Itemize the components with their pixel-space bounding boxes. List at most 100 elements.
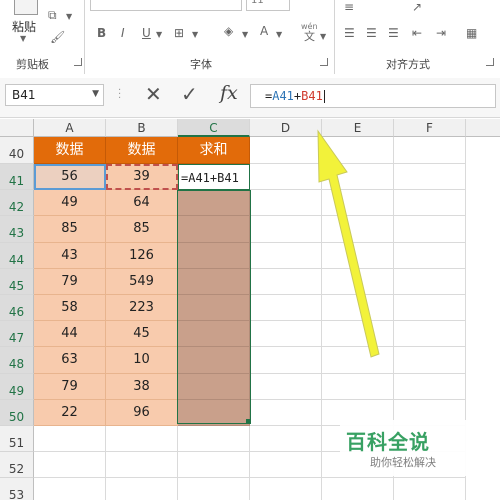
- row-header[interactable]: 40: [0, 137, 34, 164]
- phonetic-icon[interactable]: 文: [304, 30, 315, 44]
- cell-b[interactable]: 96: [106, 399, 178, 426]
- name-box[interactable]: B41 ▼: [5, 84, 104, 106]
- empty-cell[interactable]: [34, 452, 106, 479]
- fill-handle[interactable]: [246, 419, 251, 424]
- merge-icon[interactable]: ▦: [466, 26, 477, 40]
- empty-cell[interactable]: [322, 268, 394, 295]
- font-size-box[interactable]: 11: [246, 0, 290, 11]
- formula-input[interactable]: =A41+B41: [250, 84, 496, 108]
- cell-c[interactable]: [178, 295, 250, 322]
- empty-cell[interactable]: [250, 190, 322, 217]
- empty-cell[interactable]: [250, 295, 322, 322]
- row-header[interactable]: 43: [0, 216, 34, 243]
- clipboard-icon[interactable]: [14, 0, 38, 15]
- empty-cell[interactable]: [394, 268, 466, 295]
- cell-b[interactable]: 549: [106, 268, 178, 295]
- name-box-dropdown-icon[interactable]: ▼: [92, 89, 99, 99]
- empty-cell[interactable]: [394, 190, 466, 217]
- empty-cell[interactable]: [394, 242, 466, 269]
- insert-function-icon[interactable]: fx: [220, 82, 238, 104]
- cell-b[interactable]: 126: [106, 242, 178, 269]
- decrease-indent-icon[interactable]: ⇤: [412, 26, 422, 40]
- empty-cell[interactable]: [394, 478, 466, 500]
- empty-cell[interactable]: [250, 242, 322, 269]
- format-painter-icon[interactable]: 🖌: [50, 30, 65, 44]
- cell-c[interactable]: [178, 321, 250, 348]
- copy-icon[interactable]: ⧉: [48, 8, 57, 22]
- column-header-b[interactable]: B: [106, 119, 178, 137]
- cell-a[interactable]: 56: [34, 164, 106, 191]
- row-header[interactable]: 50: [0, 399, 34, 426]
- empty-cell[interactable]: [250, 452, 322, 479]
- alignment-launcher-icon[interactable]: [486, 58, 494, 66]
- empty-cell[interactable]: [394, 321, 466, 348]
- empty-cell[interactable]: [322, 190, 394, 217]
- cell-b[interactable]: 85: [106, 216, 178, 243]
- row-header[interactable]: 52: [0, 452, 34, 479]
- header-cell-a[interactable]: 数据: [34, 137, 106, 164]
- phonetic-dropdown-icon[interactable]: ▼: [320, 30, 326, 44]
- orientation-icon[interactable]: ↗: [412, 0, 422, 14]
- column-header-e[interactable]: E: [322, 119, 394, 137]
- cell-a[interactable]: 43: [34, 242, 106, 269]
- empty-cell[interactable]: [250, 373, 322, 400]
- empty-cell[interactable]: [322, 321, 394, 348]
- fill-color-icon[interactable]: ◈: [224, 24, 233, 38]
- empty-cell[interactable]: [394, 373, 466, 400]
- column-header-a[interactable]: A: [34, 119, 106, 137]
- cell-a[interactable]: 79: [34, 373, 106, 400]
- empty-cell[interactable]: [34, 426, 106, 453]
- empty-cell[interactable]: [322, 478, 394, 500]
- cell-b[interactable]: 223: [106, 295, 178, 322]
- row-header[interactable]: 45: [0, 268, 34, 295]
- empty-cell[interactable]: [394, 216, 466, 243]
- cell-c[interactable]: [178, 216, 250, 243]
- cell-b[interactable]: 10: [106, 347, 178, 374]
- empty-cell[interactable]: [250, 478, 322, 500]
- empty-cell[interactable]: [106, 452, 178, 479]
- row-header[interactable]: 53: [0, 478, 34, 500]
- empty-cell[interactable]: [250, 347, 322, 374]
- empty-cell[interactable]: [250, 164, 322, 191]
- empty-cell[interactable]: [322, 137, 394, 164]
- cell-b[interactable]: 39: [106, 164, 178, 191]
- column-header-f[interactable]: F: [394, 119, 466, 137]
- empty-cell[interactable]: [322, 373, 394, 400]
- cell-b[interactable]: 64: [106, 190, 178, 217]
- column-header-c[interactable]: C: [178, 119, 250, 137]
- empty-cell[interactable]: [106, 478, 178, 500]
- clipboard-launcher-icon[interactable]: [74, 58, 82, 66]
- empty-cell[interactable]: [34, 478, 106, 500]
- row-header[interactable]: 42: [0, 190, 34, 217]
- row-header[interactable]: 51: [0, 426, 34, 453]
- active-formula-cell[interactable]: =A41+B41: [178, 164, 250, 191]
- copy-dropdown-icon[interactable]: ▼: [66, 10, 72, 24]
- underline-dropdown-icon[interactable]: ▼: [156, 28, 162, 42]
- empty-cell[interactable]: [178, 452, 250, 479]
- empty-cell[interactable]: [250, 321, 322, 348]
- cell-a[interactable]: 49: [34, 190, 106, 217]
- font-color-dropdown-icon[interactable]: ▼: [276, 28, 282, 42]
- header-cell-b[interactable]: 数据: [106, 137, 178, 164]
- cell-a[interactable]: 44: [34, 321, 106, 348]
- header-cell-c[interactable]: 求和: [178, 137, 250, 164]
- wrap-icon[interactable]: ≡: [344, 0, 354, 14]
- enter-icon[interactable]: ✓: [181, 82, 198, 106]
- empty-cell[interactable]: [394, 137, 466, 164]
- cell-c[interactable]: [178, 373, 250, 400]
- empty-cell[interactable]: [322, 216, 394, 243]
- cell-c[interactable]: [178, 268, 250, 295]
- paste-dropdown-icon[interactable]: ▼: [20, 32, 26, 46]
- empty-cell[interactable]: [394, 347, 466, 374]
- column-header-d[interactable]: D: [250, 119, 322, 137]
- font-color-icon[interactable]: A: [260, 24, 268, 38]
- border-dropdown-icon[interactable]: ▼: [192, 28, 198, 42]
- row-header[interactable]: 49: [0, 373, 34, 400]
- empty-cell[interactable]: [178, 426, 250, 453]
- empty-cell[interactable]: [394, 295, 466, 322]
- bold-icon[interactable]: B: [97, 26, 106, 40]
- empty-cell[interactable]: [178, 478, 250, 500]
- cell-a[interactable]: 85: [34, 216, 106, 243]
- row-header[interactable]: 46: [0, 295, 34, 322]
- select-all-corner[interactable]: [0, 119, 34, 137]
